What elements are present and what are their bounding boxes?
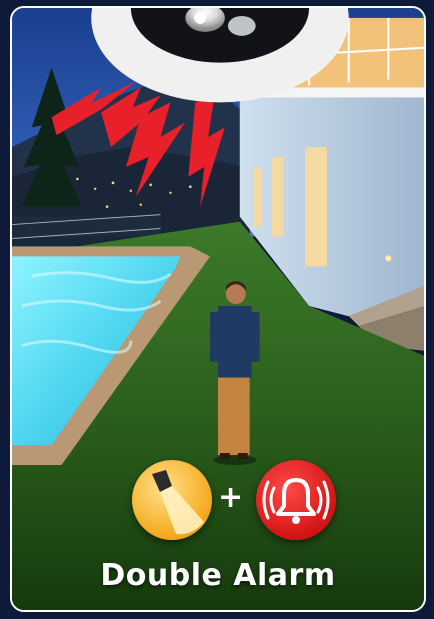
alarm-bell-icon [256,460,336,540]
plus-sign: + [218,480,244,515]
flashlight-icon [132,460,212,540]
ad-frame: + Double Alarm [0,0,434,619]
backyard-night-scene [12,8,424,610]
caption-title: Double Alarm [100,558,336,593]
promo-card: + Double Alarm [10,6,426,612]
